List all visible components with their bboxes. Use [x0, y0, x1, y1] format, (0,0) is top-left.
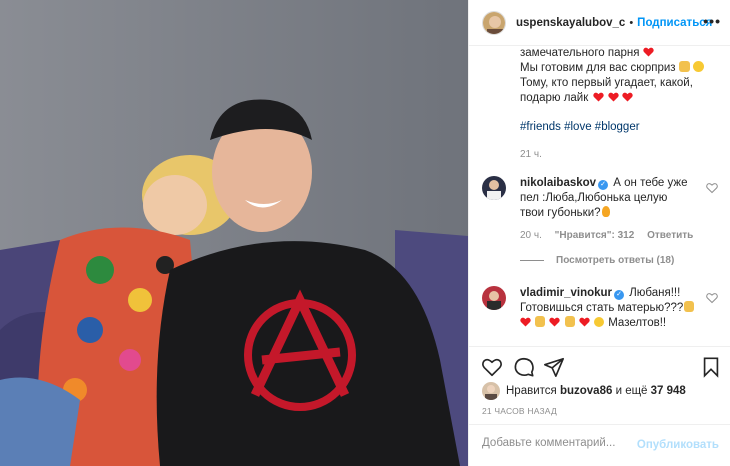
caption-hashtags[interactable]: #friends #love #blogger — [520, 120, 720, 135]
likes-middle: и ещё — [615, 385, 648, 397]
replies-divider — [520, 260, 544, 261]
comment-text-line: пел :Люба,Любонька целую — [520, 192, 668, 204]
verified-badge-icon: ✓ — [598, 180, 609, 190]
red-heart-emoji-icon — [520, 317, 531, 327]
comments-scroll-area[interactable]: замечательного парня Мы готовим для вас … — [469, 46, 730, 346]
comment-meta: 20 ч. "Нравится": 312 Ответить — [520, 230, 703, 241]
comment-text-line: Любаня!!! — [629, 287, 681, 299]
likes-summary: Нравится buzova86 и ещё 37 948 — [482, 382, 686, 400]
caption-line-3: Тому, кто первый угадает, какой, — [520, 77, 693, 89]
comment-text: nikolaibaskov ✓ А он тебе уже пел :Люба,Л… — [520, 176, 700, 221]
save-bookmark-icon[interactable] — [700, 356, 722, 378]
share-direct-icon[interactable] — [543, 356, 565, 378]
caption-line-2: Мы готовим для вас сюрприз — [520, 62, 676, 74]
liker-avatar[interactable] — [482, 382, 500, 400]
folded-hands-emoji-icon — [564, 316, 575, 327]
like-heart-icon[interactable] — [481, 356, 503, 378]
post-action-bar — [469, 346, 730, 384]
heart-prayer-emoji-row — [520, 316, 608, 329]
red-heart-emoji-icon — [579, 317, 590, 327]
comment-text-line: Готовишься стать матерью??? — [520, 302, 684, 314]
liker-username[interactable]: buzova86 — [560, 385, 612, 397]
red-heart-emoji-icon — [622, 92, 633, 102]
comment-text: vladimir_vinokur ✓ Любаня!!! Готовишься с… — [520, 286, 700, 331]
red-heart-emoji-icon — [593, 92, 605, 102]
publish-comment-button[interactable]: Опубликовать — [637, 439, 719, 451]
view-replies-label: Посмотреть ответы (18) — [556, 255, 675, 266]
comment-text-line: Мазелтов!! — [608, 317, 667, 329]
comment-time[interactable]: 20 ч. — [520, 230, 542, 241]
view-replies-button[interactable]: Посмотреть ответы (18) — [520, 255, 674, 266]
caption-line-4: подарю лайк — [520, 92, 589, 104]
like-comment-heart-icon[interactable] — [706, 292, 718, 304]
folded-hands-emoji-icon — [535, 316, 546, 327]
add-comment-bar: Опубликовать — [469, 424, 730, 466]
author-username[interactable]: uspenskayalubov_c — [516, 17, 625, 29]
more-options-icon[interactable]: ••• — [703, 13, 721, 29]
fire-emoji-icon — [601, 206, 610, 217]
likes-prefix: Нравится — [506, 385, 557, 397]
post-side-panel: uspenskayalubov_c • Подписаться ••• заме… — [468, 0, 730, 466]
post-header: uspenskayalubov_c • Подписаться ••• — [469, 0, 730, 46]
comment-likes[interactable]: "Нравится": 312 — [555, 230, 635, 241]
smiling-face-emoji-icon — [594, 317, 605, 327]
comment-username[interactable]: nikolaibaskov — [520, 177, 596, 189]
comment-text-line: твои губоньки? — [520, 207, 601, 219]
comment-input[interactable] — [482, 437, 642, 449]
reply-button[interactable]: Ответить — [647, 230, 693, 241]
like-comment-heart-icon[interactable] — [706, 182, 718, 194]
commenter-avatar[interactable] — [482, 286, 506, 310]
winking-face-emoji-icon — [692, 61, 704, 72]
commenter-avatar[interactable] — [482, 176, 506, 200]
folded-hands-emoji-icon — [684, 301, 695, 312]
caption-line-1: замечательного парня — [520, 47, 640, 59]
post-photo[interactable] — [0, 0, 468, 466]
likes-count[interactable]: 37 948 — [651, 385, 686, 397]
verified-badge-icon: ✓ — [614, 290, 625, 300]
comment-username[interactable]: vladimir_vinokur — [520, 287, 612, 299]
flexed-biceps-emoji-icon — [678, 61, 690, 72]
red-heart-emoji-icon — [642, 47, 654, 57]
follow-button[interactable]: Подписаться — [637, 17, 712, 29]
post-caption: замечательного парня Мы готовим для вас … — [520, 46, 720, 162]
post-timestamp[interactable]: 21 ЧАСОВ НАЗАД — [482, 406, 557, 416]
caption-timestamp[interactable]: 21 ч. — [520, 147, 720, 162]
post-photo-illustration — [0, 0, 468, 466]
comment-text-line: А он тебе уже — [613, 177, 688, 189]
comment-bubble-icon[interactable] — [513, 356, 535, 378]
red-heart-emoji-icon — [549, 317, 561, 327]
header-separator: • — [629, 16, 634, 29]
author-avatar[interactable] — [482, 10, 506, 35]
red-heart-emoji-icon — [607, 92, 619, 102]
